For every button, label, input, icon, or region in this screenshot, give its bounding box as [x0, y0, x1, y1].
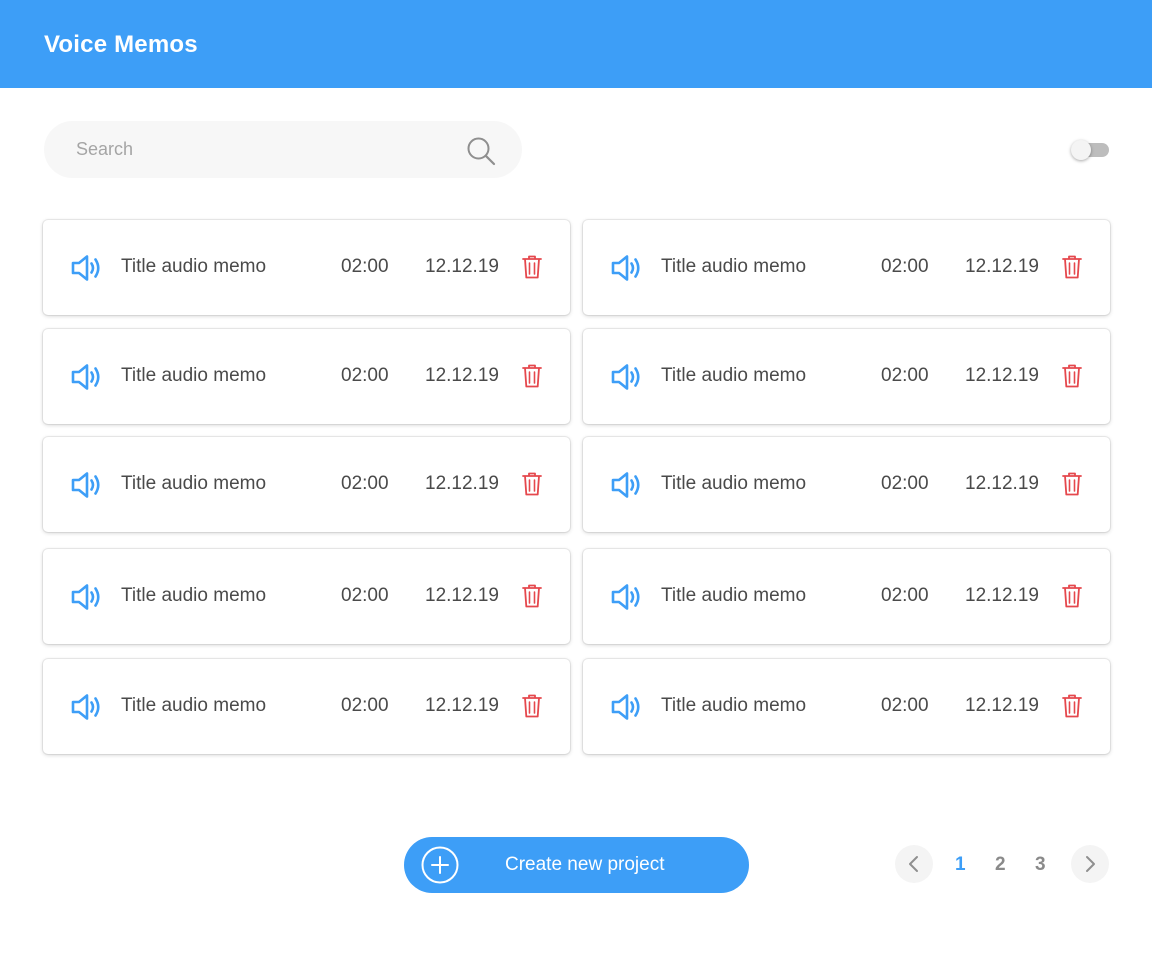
memo-date: 12.12.19 [965, 256, 1039, 277]
trash-icon[interactable] [1060, 363, 1084, 389]
memo-date: 12.12.19 [425, 473, 499, 494]
memo-title: Title audio memo [121, 365, 267, 386]
page-2-link[interactable]: 2 [995, 854, 1006, 876]
memo-card[interactable]: Title audio memo 02:00 12.12.19 [43, 329, 570, 424]
speaker-icon[interactable] [610, 583, 644, 611]
chevron-right-icon [1086, 856, 1095, 872]
memo-duration: 02:00 [881, 365, 929, 386]
plus-circle-icon [421, 846, 459, 884]
trash-icon[interactable] [1060, 693, 1084, 719]
memo-title: Title audio memo [661, 695, 807, 716]
memo-card[interactable]: Title audio memo 02:00 12.12.19 [583, 659, 1110, 754]
search-input[interactable] [76, 121, 476, 178]
memo-date: 12.12.19 [965, 695, 1039, 716]
memo-date: 12.12.19 [425, 585, 499, 606]
trash-icon[interactable] [520, 363, 544, 389]
app-title: Voice Memos [44, 31, 198, 58]
speaker-icon[interactable] [610, 363, 644, 391]
memo-card[interactable]: Title audio memo 02:00 12.12.19 [583, 437, 1110, 532]
memo-date: 12.12.19 [965, 473, 1039, 494]
view-toggle[interactable] [1071, 140, 1109, 160]
memo-date: 12.12.19 [965, 365, 1039, 386]
search-bar[interactable] [44, 121, 522, 178]
speaker-icon[interactable] [70, 363, 104, 391]
memo-duration: 02:00 [341, 256, 389, 277]
memo-title: Title audio memo [121, 256, 267, 277]
speaker-icon[interactable] [70, 254, 104, 282]
memo-duration: 02:00 [881, 256, 929, 277]
speaker-icon[interactable] [70, 583, 104, 611]
memo-title: Title audio memo [121, 585, 267, 606]
trash-icon[interactable] [520, 254, 544, 280]
toggle-knob [1071, 140, 1091, 160]
memo-duration: 02:00 [341, 585, 389, 606]
trash-icon[interactable] [1060, 583, 1084, 609]
memo-title: Title audio memo [121, 695, 267, 716]
create-button-label: Create new project [505, 854, 665, 875]
memo-card[interactable]: Title audio memo 02:00 12.12.19 [43, 549, 570, 644]
app-header: Voice Memos [0, 0, 1152, 88]
speaker-icon[interactable] [610, 471, 644, 499]
memo-grid: Title audio memo 02:00 12.12.19 Title audio… [43, 220, 1110, 755]
create-new-project-button[interactable]: Create new project [404, 837, 749, 893]
trash-icon[interactable] [520, 471, 544, 497]
trash-icon[interactable] [1060, 471, 1084, 497]
page-3-link[interactable]: 3 [1035, 854, 1046, 876]
speaker-icon[interactable] [610, 254, 644, 282]
memo-title: Title audio memo [661, 473, 807, 494]
speaker-icon[interactable] [610, 693, 644, 721]
speaker-icon[interactable] [70, 471, 104, 499]
trash-icon[interactable] [520, 583, 544, 609]
page-1-link[interactable]: 1 [955, 854, 966, 876]
memo-card[interactable]: Title audio memo 02:00 12.12.19 [583, 220, 1110, 315]
pagination-next-button[interactable] [1071, 845, 1109, 883]
memo-date: 12.12.19 [425, 256, 499, 277]
chevron-left-icon [909, 856, 918, 872]
memo-card[interactable]: Title audio memo 02:00 12.12.19 [43, 659, 570, 754]
memo-duration: 02:00 [881, 473, 929, 494]
memo-title: Title audio memo [661, 365, 807, 386]
memo-duration: 02:00 [881, 695, 929, 716]
speaker-icon[interactable] [70, 693, 104, 721]
trash-icon[interactable] [1060, 254, 1084, 280]
memo-card[interactable]: Title audio memo 02:00 12.12.19 [43, 437, 570, 532]
trash-icon[interactable] [520, 693, 544, 719]
memo-card[interactable]: Title audio memo 02:00 12.12.19 [583, 549, 1110, 644]
memo-date: 12.12.19 [425, 695, 499, 716]
memo-card[interactable]: Title audio memo 02:00 12.12.19 [583, 329, 1110, 424]
memo-title: Title audio memo [661, 256, 807, 277]
memo-duration: 02:00 [881, 585, 929, 606]
search-icon[interactable] [466, 136, 496, 166]
memo-title: Title audio memo [121, 473, 267, 494]
memo-date: 12.12.19 [425, 365, 499, 386]
memo-duration: 02:00 [341, 365, 389, 386]
memo-card[interactable]: Title audio memo 02:00 12.12.19 [43, 220, 570, 315]
memo-duration: 02:00 [341, 473, 389, 494]
memo-title: Title audio memo [661, 585, 807, 606]
memo-duration: 02:00 [341, 695, 389, 716]
memo-date: 12.12.19 [965, 585, 1039, 606]
pagination-prev-button[interactable] [895, 845, 933, 883]
